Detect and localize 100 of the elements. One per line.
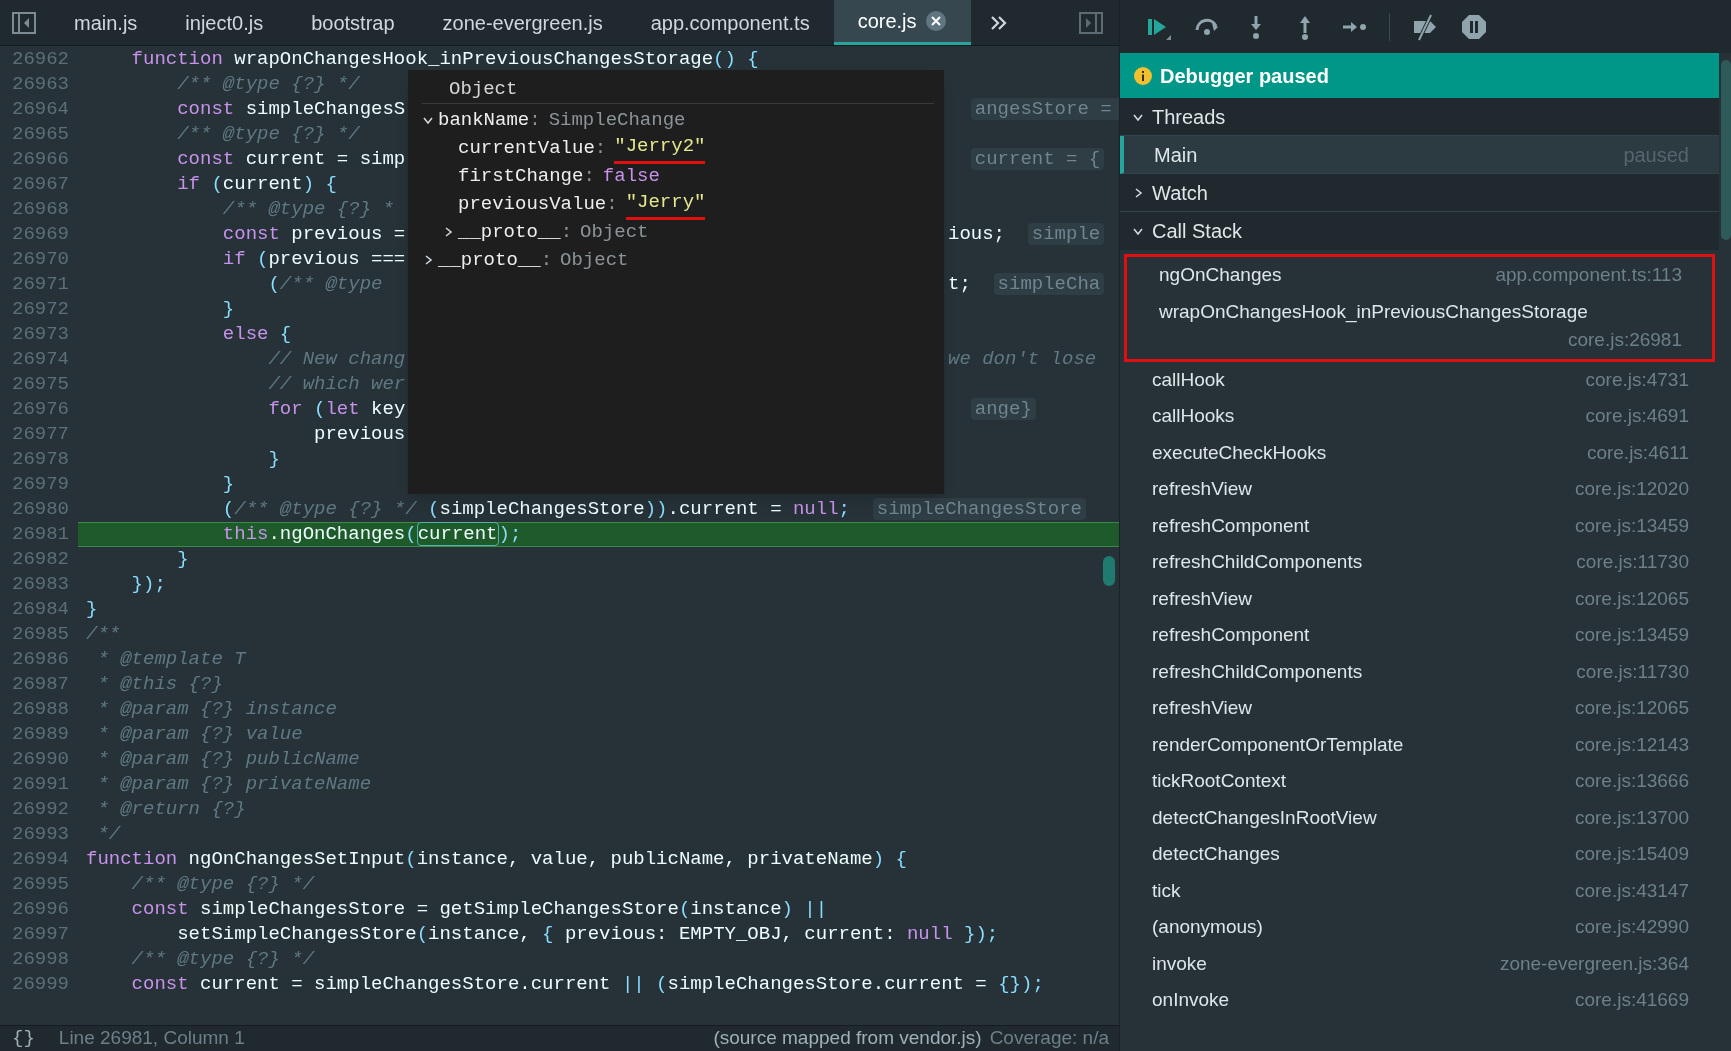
pause-on-exceptions-icon[interactable] — [1460, 12, 1488, 41]
line-number: 26987 — [11, 672, 70, 698]
property-name: firstChange — [458, 163, 584, 189]
call-stack-frame[interactable]: refreshView core.js:12065 — [1120, 580, 1719, 617]
code-text: null — [792, 498, 839, 521]
code-text: /** @type {?} */ — [176, 73, 360, 96]
call-stack-frame[interactable]: callHooks core.js:4691 — [1120, 398, 1719, 435]
code-text: .ngOnChanges — [268, 523, 406, 546]
call-stack-frame[interactable]: refreshComponent core.js:13459 — [1120, 617, 1719, 654]
code-text: ( — [416, 923, 429, 946]
code-text: /** @type {?} * — [221, 198, 394, 221]
code-text: const — [130, 898, 189, 921]
line-number: 26968 — [11, 197, 70, 223]
code-text: /** @type {?} */ — [130, 873, 315, 896]
line-number: 26993 — [11, 822, 70, 848]
call-stack-frame[interactable]: refreshChildComponents core.js:11730 — [1120, 544, 1719, 581]
call-stack-frame[interactable]: refreshChildComponents core.js:11730 — [1120, 653, 1719, 690]
code-text: * @param {?} value — [96, 723, 303, 746]
line-number: 26981 — [11, 522, 70, 548]
code-text: * @param {?} privateName — [96, 773, 372, 796]
code-text: current — [416, 522, 499, 547]
inline-value-hint: simpleCha — [993, 273, 1105, 296]
line-number: 26985 — [11, 622, 70, 648]
line-number: 26965 — [11, 122, 70, 148]
close-icon[interactable] — [924, 10, 947, 32]
call-stack-frame[interactable]: detectChangesInRootView core.js:13700 — [1120, 799, 1719, 836]
file-tab[interactable]: core.js — [833, 0, 971, 45]
line-number: 26999 — [11, 972, 70, 998]
call-stack-frame[interactable]: ngOnChanges app.component.ts:113 — [1127, 257, 1712, 294]
code-text: * @param {?} publicName — [96, 748, 360, 771]
code-text: instance, value, publicName, privateName — [416, 848, 873, 871]
line-number: 26975 — [11, 372, 70, 398]
code-text: // which wer — [267, 373, 406, 396]
file-tab[interactable]: zone-evergreen.js — [418, 0, 627, 45]
property-separator: : — [606, 191, 618, 217]
line-number: 26998 — [11, 947, 70, 973]
code-text: let — [325, 398, 360, 421]
file-tab[interactable]: main.js — [50, 0, 162, 45]
code-text: t; — [948, 273, 971, 296]
code-text: ( — [405, 848, 417, 871]
file-tab[interactable]: bootstrap — [287, 0, 419, 45]
code-text: else — [221, 323, 269, 346]
call-stack-frame[interactable]: refreshView core.js:12065 — [1120, 690, 1719, 727]
section-header[interactable]: Call Stack — [1120, 212, 1719, 250]
code-text: ) { — [302, 173, 337, 196]
line-number: 26980 — [11, 497, 70, 523]
call-stack-frame[interactable]: tick core.js:43147 — [1120, 872, 1719, 909]
deactivate-breakpoints-icon[interactable] — [1411, 12, 1439, 41]
code-text: {}); — [998, 973, 1044, 996]
property-name: __proto__ — [458, 219, 561, 245]
code-text: */ — [96, 823, 121, 846]
code-text: current = simpleChangesStore.current — [199, 973, 612, 996]
call-stack-frame[interactable]: invoke zone-evergreen.js:364 — [1120, 945, 1719, 982]
property-value: Object — [560, 247, 629, 273]
file-tab[interactable]: inject0.js — [161, 0, 288, 45]
line-number: 26964 — [11, 97, 70, 123]
section-header[interactable]: Threads — [1120, 98, 1719, 136]
file-tab[interactable]: app.component.ts — [626, 0, 834, 45]
call-stack-frame[interactable]: wrapOnChangesHook_inPreviousChangesStorage core.js:26981 — [1127, 293, 1712, 359]
code-text: ( — [427, 498, 440, 521]
code-text: ) || — [781, 898, 828, 921]
code-text: simpleChangesStore.current = — [667, 973, 988, 996]
call-stack-frame[interactable]: refreshComponent core.js:13459 — [1120, 507, 1719, 544]
code-text: null — [906, 923, 953, 946]
call-stack-frame[interactable]: executeCheckHooks core.js:4611 — [1120, 434, 1719, 471]
line-number: 26969 — [11, 222, 70, 248]
call-stack-frame[interactable]: renderComponentOrTemplate core.js:12143 — [1120, 726, 1719, 763]
call-stack-frame[interactable]: detectChanges core.js:15409 — [1120, 836, 1719, 873]
scrollbar-thumb[interactable] — [1721, 60, 1731, 240]
call-stack-frame[interactable]: refreshView core.js:12020 — [1120, 471, 1719, 508]
code-text: setSimpleChangesStore — [176, 923, 417, 946]
code-text: )) — [644, 498, 668, 521]
scrollbar-thumb[interactable] — [1103, 556, 1115, 586]
section-header[interactable]: Watch — [1120, 174, 1719, 212]
code-text: // New chang — [267, 348, 406, 371]
line-number: 26986 — [11, 647, 70, 673]
call-stack-frame[interactable]: callHook core.js:4731 — [1120, 361, 1719, 398]
line-number: 26973 — [11, 322, 70, 348]
line-number: 26984 — [11, 597, 70, 623]
code-text: previous: EMPTY_OBJ, current: — [564, 923, 897, 946]
property-separator: : — [540, 247, 553, 273]
pretty-print-button[interactable]: {} — [12, 1024, 35, 1051]
inline-value-hint: current = { — [970, 148, 1105, 171]
code-text: { — [542, 923, 555, 946]
property-name: previousValue — [458, 191, 607, 217]
inline-value-hint: angesStore = — [970, 98, 1119, 121]
code-text: ( — [221, 498, 235, 521]
code-text: if — [221, 248, 246, 271]
property-separator: : — [594, 135, 607, 161]
code-text: current — [222, 173, 303, 196]
code-text: /** @type — [279, 273, 383, 296]
code-text: ious; — [948, 223, 1005, 246]
call-stack-frame[interactable]: tickRootContext core.js:13666 — [1120, 763, 1719, 800]
code-text: previous === — [268, 248, 406, 271]
call-stack-frame[interactable]: (anonymous) core.js:42990 — [1120, 909, 1719, 946]
line-number: 26996 — [11, 897, 70, 923]
code-text: /** @type {?} */ — [176, 123, 360, 146]
line-number: 26983 — [11, 572, 70, 598]
call-stack-frame[interactable]: onInvoke core.js:41669 — [1120, 982, 1719, 1019]
property-value: "Jerry" — [625, 188, 706, 220]
